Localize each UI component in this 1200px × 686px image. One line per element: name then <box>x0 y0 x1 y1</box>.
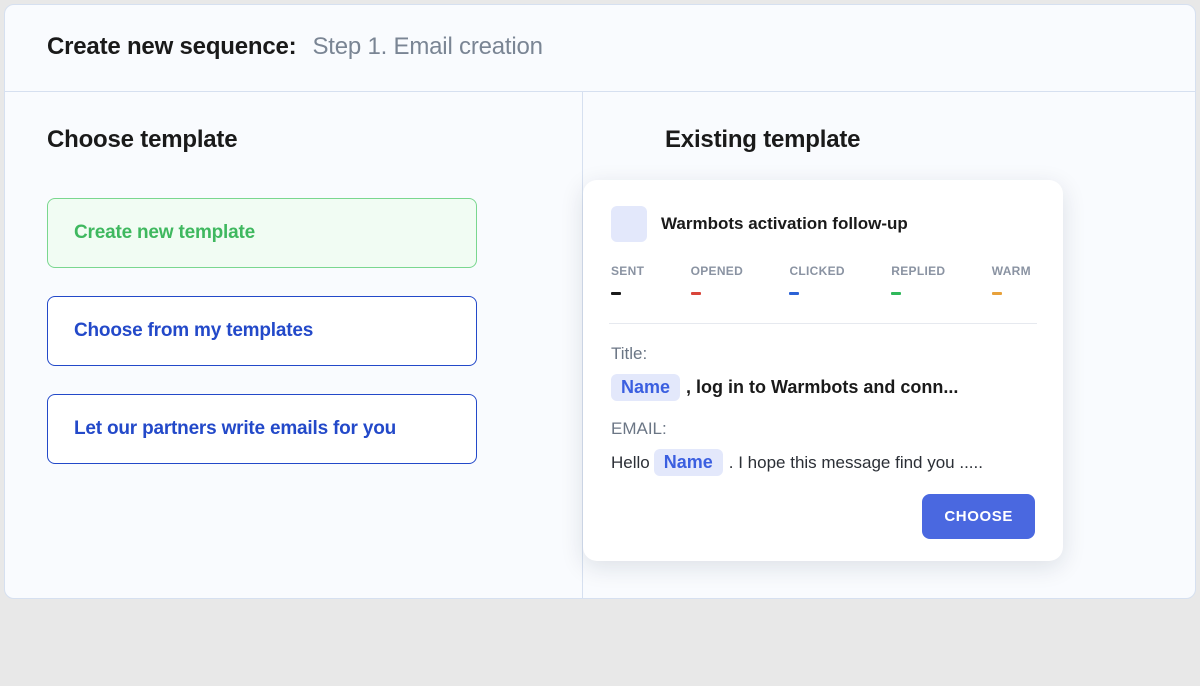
partners-write-emails-option[interactable]: Let our partners write emails for you <box>47 394 477 464</box>
stat-opened: OPENED <box>691 264 743 295</box>
template-stats-row: SENT OPENED CLICKED REPLIED <box>611 264 1035 295</box>
template-thumbnail-icon <box>611 206 647 242</box>
create-new-template-option[interactable]: Create new template <box>47 198 477 268</box>
stat-warm: WARM <box>992 264 1031 295</box>
option-label: Let our partners write emails for you <box>74 418 396 440</box>
divider <box>609 323 1037 324</box>
email-prefix: Hello <box>611 453 650 473</box>
email-rest: . I hope this message find you ..... <box>729 453 983 473</box>
sequence-wizard-card: Create new sequence: Step 1. Email creat… <box>4 4 1196 599</box>
stat-dash-icon <box>891 292 901 295</box>
stat-dash-icon <box>691 292 701 295</box>
template-title-line: Name , log in to Warmbots and conn... <box>611 374 1035 401</box>
stat-label: REPLIED <box>891 264 945 278</box>
wizard-header: Create new sequence: Step 1. Email creat… <box>5 5 1195 92</box>
choose-template-panel: Choose template Create new template Choo… <box>5 92 583 598</box>
option-label: Choose from my templates <box>74 320 313 342</box>
stat-clicked: CLICKED <box>789 264 844 295</box>
title-text: , log in to Warmbots and conn... <box>686 377 958 398</box>
stat-dash-icon <box>992 292 1002 295</box>
choose-row: CHOOSE <box>611 494 1035 539</box>
choose-from-my-templates-option[interactable]: Choose from my templates <box>47 296 477 366</box>
stat-label: SENT <box>611 264 644 278</box>
template-email-line: Hello Name . I hope this message find yo… <box>611 449 1035 476</box>
stat-label: OPENED <box>691 264 743 278</box>
option-label: Create new template <box>74 222 255 244</box>
merge-tag-name[interactable]: Name <box>611 374 680 401</box>
email-label: EMAIL: <box>611 419 1035 439</box>
stat-dash-icon <box>789 292 799 295</box>
choose-template-heading: Choose template <box>47 126 544 154</box>
choose-template-button[interactable]: CHOOSE <box>922 494 1035 539</box>
wizard-title: Create new sequence: <box>47 33 296 61</box>
wizard-step: Step 1. Email creation <box>312 33 542 61</box>
merge-tag-name[interactable]: Name <box>654 449 723 476</box>
stat-label: CLICKED <box>789 264 844 278</box>
stat-sent: SENT <box>611 264 644 295</box>
stat-replied: REPLIED <box>891 264 945 295</box>
template-preview-card: Warmbots activation follow-up SENT OPENE… <box>583 180 1063 561</box>
template-name: Warmbots activation follow-up <box>661 214 908 234</box>
stat-label: WARM <box>992 264 1031 278</box>
stat-dash-icon <box>611 292 621 295</box>
existing-template-panel: Existing template Warmbots activation fo… <box>583 92 1195 598</box>
wizard-body: Choose template Create new template Choo… <box>5 92 1195 598</box>
existing-template-heading: Existing template <box>665 126 1157 154</box>
template-card-header: Warmbots activation follow-up <box>611 206 1035 242</box>
title-label: Title: <box>611 344 1035 364</box>
